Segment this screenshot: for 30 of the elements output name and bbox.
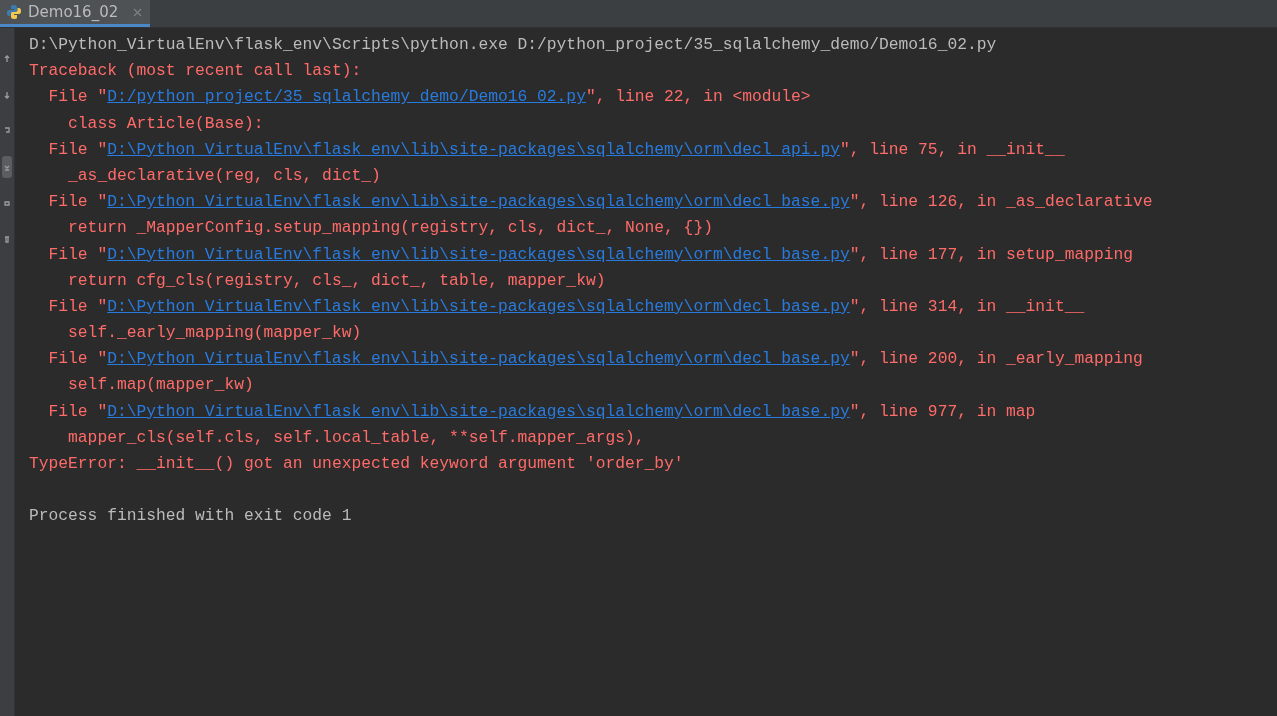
source-code-line: class Article(Base): <box>68 113 264 133</box>
file-path-link[interactable]: D:\Python_VirtualEnv\flask_env\lib\site-packages\sqlalchemy\orm\decl_base.py <box>107 296 850 316</box>
traceback-file-line: File "D:/python_project/35_sqlalchemy_demo/Demo16_02.py", line 22, in <module> <box>48 87 811 107</box>
file-path-link[interactable]: D:\Python_VirtualEnv\flask_env\lib\site-packages\sqlalchemy\orm\decl_base.py <box>107 401 850 421</box>
file-path-link[interactable]: D:\Python_VirtualEnv\flask_env\lib\site-packages\sqlalchemy\orm\decl_base.py <box>107 349 850 369</box>
console-line: Process finished with exit code 1 <box>29 506 352 526</box>
close-icon[interactable] <box>133 7 142 17</box>
traceback-file-line: File "D:\Python_VirtualEnv\flask_env\lib\site-packages\sqlalchemy\orm\decl_base.py", line 177, in setup_mapping <box>48 244 1134 264</box>
error-line: TypeError: __init__() got an unexpected keyword argument 'order_by' <box>29 454 684 473</box>
traceback-file-line: File "D:\Python_VirtualEnv\flask_env\lib\site-packages\sqlalchemy\orm\decl_base.py", line 200, in _early_mapping <box>48 349 1143 369</box>
error-line: Traceback (most recent call last): <box>29 61 362 81</box>
arrow-up-icon[interactable] <box>4 55 10 63</box>
traceback-file-line: File "D:\Python_VirtualEnv\flask_env\lib\site-packages\sqlalchemy\orm\decl_base.py", line 126, in _as_declarative <box>48 192 1153 212</box>
arrow-down-icon[interactable] <box>4 91 10 99</box>
file-path-link[interactable]: D:\Python_VirtualEnv\flask_env\lib\site-packages\sqlalchemy\orm\decl_base.py <box>107 244 850 264</box>
editor-tab[interactable]: Demo16_02 <box>0 0 150 27</box>
python-logo-icon <box>6 4 22 20</box>
file-path-link[interactable]: D:\Python_VirtualEnv\flask_env\lib\site-packages\sqlalchemy\orm\decl_api.py <box>107 139 840 159</box>
source-code-line: _as_declarative(reg, cls, dict_) <box>68 165 381 185</box>
source-code-line: self._early_mapping(mapper_kw) <box>68 323 362 343</box>
source-code-line: self.map(mapper_kw) <box>68 375 254 395</box>
traceback-file-line: File "D:\Python_VirtualEnv\flask_env\lib\site-packages\sqlalchemy\orm\decl_api.py", line 75, in __init__ <box>48 139 1065 159</box>
source-code-line: return _MapperConfig.setup_mapping(registry, cls, dict_, None, {}) <box>68 218 713 238</box>
source-code-line: return cfg_cls(registry, cls_, dict_, table, mapper_kw) <box>68 270 606 290</box>
traceback-file-line: File "D:\Python_VirtualEnv\flask_env\lib\site-packages\sqlalchemy\orm\decl_base.py", line 314, in __init__ <box>48 296 1085 316</box>
file-path-link[interactable]: D:/python_project/35_sqlalchemy_demo/Demo16_02.py <box>107 87 586 107</box>
file-path-link[interactable]: D:\Python_VirtualEnv\flask_env\lib\site-packages\sqlalchemy\orm\decl_base.py <box>107 192 850 212</box>
console-line: D:\Python_VirtualEnv\flask_env\Scripts\python.exe D:/python_project/35_sqlalchemy_demo/Demo16_02.py <box>29 35 997 54</box>
source-code-line: mapper_cls(self.cls, self.local_table, **self.mapper_args), <box>68 427 645 447</box>
traceback-file-line: File "D:\Python_VirtualEnv\flask_env\lib\site-packages\sqlalchemy\orm\decl_base.py", line 977, in map <box>48 401 1036 421</box>
